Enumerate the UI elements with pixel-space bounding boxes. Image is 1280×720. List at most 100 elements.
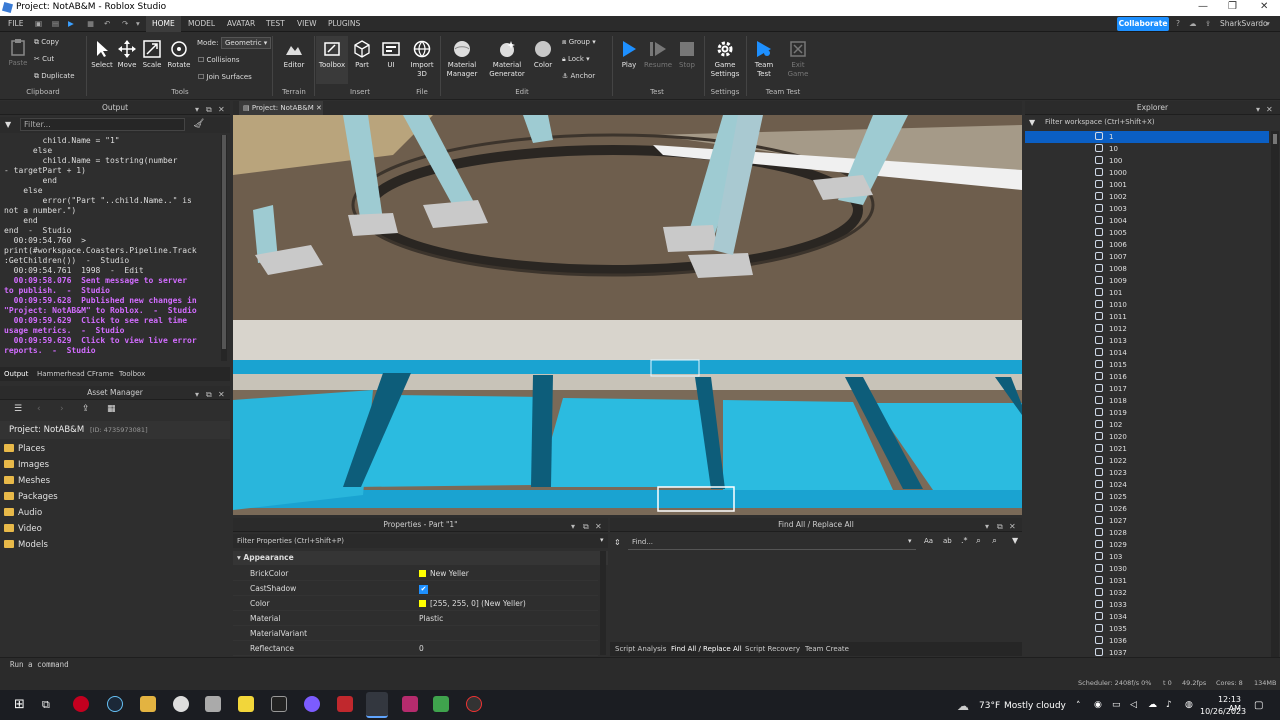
explorer-item[interactable]: 1009 xyxy=(1095,275,1265,287)
explorer-item[interactable]: 1017 xyxy=(1095,383,1265,395)
app-icon[interactable] xyxy=(337,696,353,712)
explorer-item[interactable]: 1021 xyxy=(1095,443,1265,455)
minimize-icon[interactable]: — xyxy=(1198,1,1208,12)
explorer-item[interactable]: 1032 xyxy=(1095,587,1265,599)
app-icon[interactable] xyxy=(466,696,482,712)
explorer-item[interactable]: 10 xyxy=(1095,143,1265,155)
app-icon[interactable] xyxy=(402,696,418,712)
app-icon[interactable] xyxy=(433,696,449,712)
material-generator-button[interactable]: Material Generator xyxy=(485,40,529,79)
popout-icon[interactable]: ⧉ xyxy=(583,520,589,534)
close-icon[interactable]: ✕ xyxy=(1009,520,1016,534)
asset-folder-images[interactable]: Images xyxy=(4,460,49,470)
match-case-icon[interactable]: Aa xyxy=(924,537,933,545)
cut-button[interactable]: ✂ Cut xyxy=(34,55,54,63)
asset-folder-packages[interactable]: Packages xyxy=(4,492,58,502)
sticky-notes-icon[interactable] xyxy=(238,696,254,712)
steam-icon[interactable] xyxy=(107,696,123,712)
properties-scrollbar[interactable] xyxy=(600,551,606,655)
output-line[interactable]: 00:09:59.628 Published new changes in xyxy=(4,296,226,306)
team-test-button[interactable]: Team Test xyxy=(750,40,778,79)
command-input[interactable]: Run a command xyxy=(10,660,69,669)
tab-script-analysis[interactable]: Script Analysis xyxy=(615,645,666,653)
tab-avatar[interactable]: AVATAR xyxy=(227,19,255,28)
volume-icon[interactable]: ◁ xyxy=(1130,700,1137,710)
output-line[interactable]: to publish. - Studio xyxy=(4,286,226,296)
close-icon[interactable]: ✕ xyxy=(218,388,225,402)
help-icon[interactable]: ? xyxy=(1176,19,1180,28)
group-button[interactable]: ⧈ Group ▾ xyxy=(562,38,596,47)
material-manager-button[interactable]: Material Manager xyxy=(443,40,481,79)
explorer-item[interactable]: 1036 xyxy=(1095,635,1265,647)
explorer-item[interactable]: 1004 xyxy=(1095,215,1265,227)
expand-replace-icon[interactable]: ⇕ xyxy=(614,538,621,547)
tab-find-replace[interactable]: Find All / Replace All xyxy=(671,645,742,653)
output-line[interactable]: 00:09:59.629 Click to see real time xyxy=(4,316,226,326)
explorer-item[interactable]: 1003 xyxy=(1095,203,1265,215)
roblox-studio-taskbar-icon[interactable] xyxy=(366,692,388,718)
property-value[interactable]: 0 xyxy=(419,641,424,656)
play-icon[interactable]: ▶ xyxy=(68,19,74,28)
discord-icon[interactable]: ◉ xyxy=(1094,700,1102,710)
asset-folder-audio[interactable]: Audio xyxy=(4,508,42,518)
explorer-item[interactable]: 1008 xyxy=(1095,263,1265,275)
explorer-item[interactable]: 1035 xyxy=(1095,623,1265,635)
tab-output[interactable]: Output xyxy=(4,370,28,378)
save-icon[interactable]: ▣ xyxy=(35,19,42,28)
regex-icon[interactable]: .* xyxy=(961,536,968,545)
app-icon[interactable] xyxy=(205,696,221,712)
clock-date[interactable]: 10/26/2023 xyxy=(1200,707,1246,716)
asset-folder-meshes[interactable]: Meshes xyxy=(4,476,50,486)
resume-button[interactable]: Resume xyxy=(644,40,672,70)
asset-folder-places[interactable]: Places xyxy=(4,444,45,454)
explorer-item[interactable]: 1012 xyxy=(1095,323,1265,335)
chevron-down-icon[interactable]: ▾ xyxy=(1256,103,1260,117)
appearance-section[interactable]: ▾ Appearance xyxy=(233,551,608,565)
explorer-item[interactable]: 1030 xyxy=(1095,563,1265,575)
popout-icon[interactable]: ⧉ xyxy=(206,388,212,402)
explorer-item[interactable]: 1007 xyxy=(1095,251,1265,263)
expand-icon[interactable]: ▾ xyxy=(1266,19,1270,28)
upload-icon[interactable]: ⇪ xyxy=(82,404,90,414)
explorer-item[interactable]: 1034 xyxy=(1095,611,1265,623)
tab-plugins[interactable]: PLUGINS xyxy=(328,19,360,28)
tab-home[interactable]: HOME xyxy=(146,16,181,32)
network-icon[interactable]: ▭ xyxy=(1112,700,1121,710)
property-value[interactable]: Plastic xyxy=(419,611,443,626)
explorer-item[interactable]: 1011 xyxy=(1095,311,1265,323)
close-tab-icon[interactable]: ✕ xyxy=(316,104,322,112)
file-menu[interactable]: FILE xyxy=(8,19,23,28)
tab-hammerhead-cframe[interactable]: Hammerhead CFrame xyxy=(37,370,114,378)
explorer-item[interactable]: 1006 xyxy=(1095,239,1265,251)
asset-folder-models[interactable]: Models xyxy=(4,540,48,550)
explorer-item[interactable]: 1018 xyxy=(1095,395,1265,407)
dropdown-icon[interactable]: ▾ xyxy=(136,19,140,28)
app-icon[interactable] xyxy=(271,696,287,712)
explorer-item[interactable]: 1031 xyxy=(1095,575,1265,587)
filter-icon[interactable]: ▼ xyxy=(5,120,11,129)
scroll-thumb[interactable] xyxy=(222,135,226,349)
property-row[interactable]: BrickColor New Yeller xyxy=(233,566,598,581)
chevron-down-icon[interactable]: ▾ xyxy=(195,103,199,117)
explorer-item[interactable]: 1033 xyxy=(1095,599,1265,611)
close-icon[interactable]: ✕ xyxy=(595,520,602,534)
chevron-up-icon[interactable]: ˄ xyxy=(1076,701,1081,711)
output-line[interactable]: usage metrics. - Studio xyxy=(4,326,226,336)
scale-button[interactable]: Scale xyxy=(140,40,164,70)
property-row[interactable]: CastShadow ✔ xyxy=(233,581,598,596)
anchor-button[interactable]: ⚓︎ Anchor xyxy=(562,72,595,80)
output-line[interactable]: 00:09:58.076 Sent message to server xyxy=(4,276,226,286)
explorer-scrollbar[interactable] xyxy=(1271,131,1279,657)
explorer-item[interactable]: 1027 xyxy=(1095,515,1265,527)
app-icon[interactable] xyxy=(173,696,189,712)
find-input[interactable]: Find... xyxy=(628,536,916,550)
property-value[interactable]: New Yeller xyxy=(419,566,469,581)
rotate-button[interactable]: Rotate xyxy=(166,40,192,70)
weather-icon[interactable]: ☁ xyxy=(957,699,969,713)
lock-button[interactable]: 🔒︎ Lock ▾ xyxy=(562,55,590,64)
explorer-filter-input[interactable]: Filter workspace (Ctrl+Shift+X) xyxy=(1045,118,1155,126)
undo-icon[interactable]: ↶ xyxy=(104,19,110,28)
close-icon[interactable]: ✕ xyxy=(1266,103,1273,117)
explorer-item[interactable]: 1000 xyxy=(1095,167,1265,179)
explorer-item[interactable]: 1 xyxy=(1095,131,1265,143)
